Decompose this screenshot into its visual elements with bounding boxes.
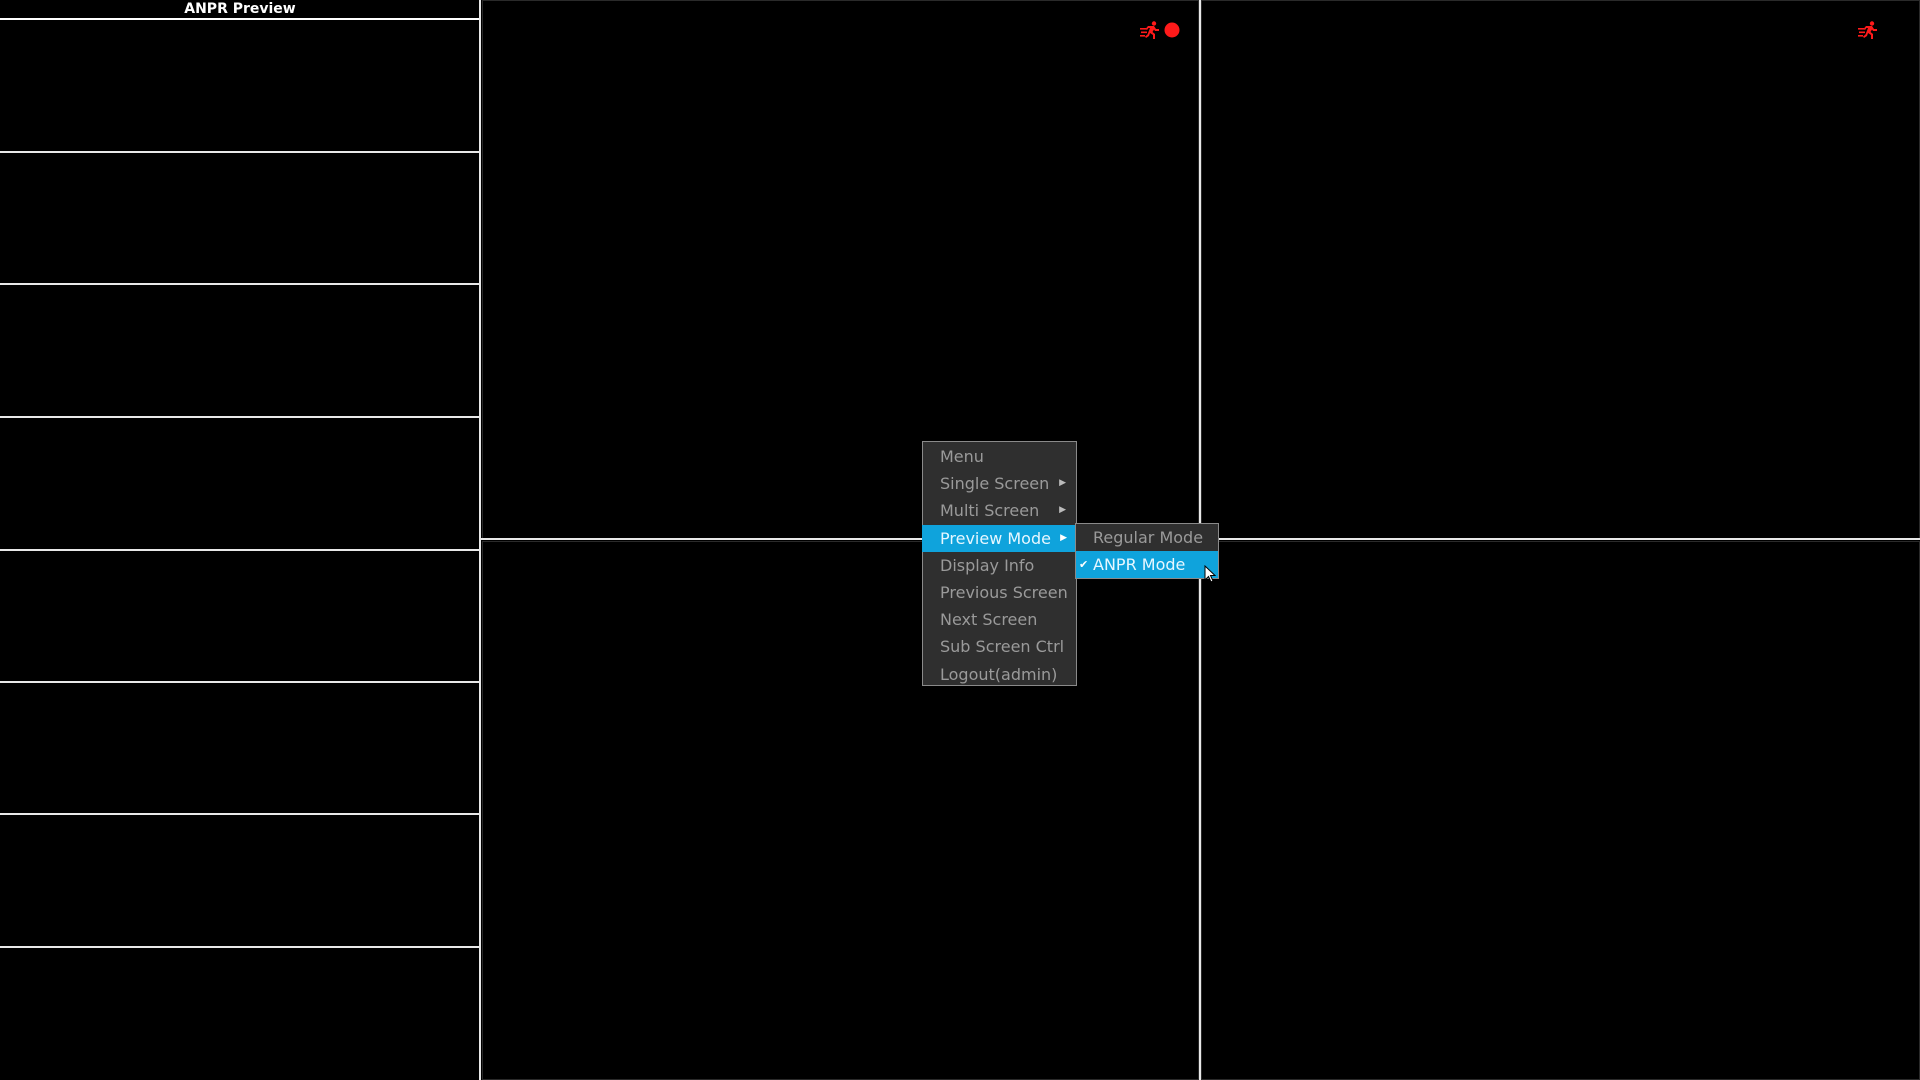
menu-item-label: Logout(admin) bbox=[940, 664, 1058, 684]
submenu-item-regular-mode[interactable]: Regular Mode bbox=[1076, 524, 1218, 551]
preview-mode-submenu: Regular Mode ✔ ANPR Mode bbox=[1075, 523, 1219, 579]
menu-item-logout[interactable]: Logout(admin) bbox=[923, 661, 1076, 688]
submenu-arrow-icon: ▶ bbox=[1059, 505, 1066, 516]
menu-item-previous-screen[interactable]: Previous Screen bbox=[923, 579, 1076, 606]
context-menu: Menu Single Screen ▶ Multi Screen ▶ Previe… bbox=[922, 441, 1077, 686]
channel-1-status-icons bbox=[1140, 21, 1180, 39]
submenu-item-label: ANPR Mode bbox=[1093, 555, 1186, 574]
menu-item-preview-mode[interactable]: Preview Mode ▶ bbox=[922, 524, 1077, 552]
submenu-arrow-icon: ▶ bbox=[1059, 478, 1066, 489]
menu-item-label: Preview Mode bbox=[940, 528, 1051, 548]
menu-item-label: Display Info bbox=[940, 555, 1035, 575]
anpr-preview-title: ANPR Preview bbox=[0, 0, 480, 20]
menu-item-next-screen[interactable]: Next Screen bbox=[923, 606, 1076, 633]
menu-item-menu[interactable]: Menu bbox=[923, 443, 1076, 470]
menu-item-label: Previous Screen bbox=[940, 582, 1068, 602]
menu-item-multi-screen[interactable]: Multi Screen ▶ bbox=[923, 497, 1076, 524]
menu-item-label: Menu bbox=[940, 447, 984, 466]
menu-item-label: Single Screen bbox=[940, 474, 1050, 494]
motion-detection-icon bbox=[1858, 21, 1877, 39]
anpr-slot-5[interactable] bbox=[0, 551, 480, 683]
recording-icon bbox=[1164, 22, 1180, 38]
submenu-arrow-icon: ▶ bbox=[1060, 532, 1067, 543]
anpr-slot-3[interactable] bbox=[0, 285, 480, 418]
video-cell-channel-3[interactable] bbox=[482, 541, 1199, 1080]
anpr-slot-7[interactable] bbox=[0, 815, 480, 948]
anpr-slot-4[interactable] bbox=[0, 418, 480, 551]
channel-2-status-icons bbox=[1858, 21, 1878, 39]
mouse-pointer-icon bbox=[1204, 565, 1217, 583]
anpr-slot-1[interactable] bbox=[0, 20, 480, 153]
anpr-slot-2[interactable] bbox=[0, 153, 480, 285]
video-cell-channel-2[interactable] bbox=[1201, 0, 1920, 539]
motion-detection-icon bbox=[1140, 21, 1159, 39]
submenu-item-anpr-mode[interactable]: ✔ ANPR Mode bbox=[1076, 551, 1218, 578]
menu-item-sub-screen-ctrl[interactable]: Sub Screen Ctrl bbox=[923, 633, 1076, 660]
menu-item-label: Next Screen bbox=[940, 610, 1038, 630]
anpr-preview-panel: ANPR Preview bbox=[0, 0, 480, 1080]
submenu-item-label: Regular Mode bbox=[1093, 528, 1204, 547]
video-cell-channel-4[interactable] bbox=[1201, 541, 1920, 1080]
checkmark-icon: ✔ bbox=[1079, 558, 1089, 571]
panel-divider bbox=[479, 0, 481, 1080]
menu-item-label: Multi Screen bbox=[940, 501, 1040, 521]
anpr-slot-6[interactable] bbox=[0, 683, 480, 815]
menu-item-single-screen[interactable]: Single Screen ▶ bbox=[923, 470, 1076, 497]
anpr-slot-8[interactable] bbox=[0, 948, 480, 1080]
video-cell-channel-1[interactable] bbox=[482, 0, 1199, 539]
menu-item-label: Sub Screen Ctrl bbox=[940, 637, 1065, 657]
menu-item-display-info[interactable]: Display Info bbox=[923, 552, 1076, 579]
